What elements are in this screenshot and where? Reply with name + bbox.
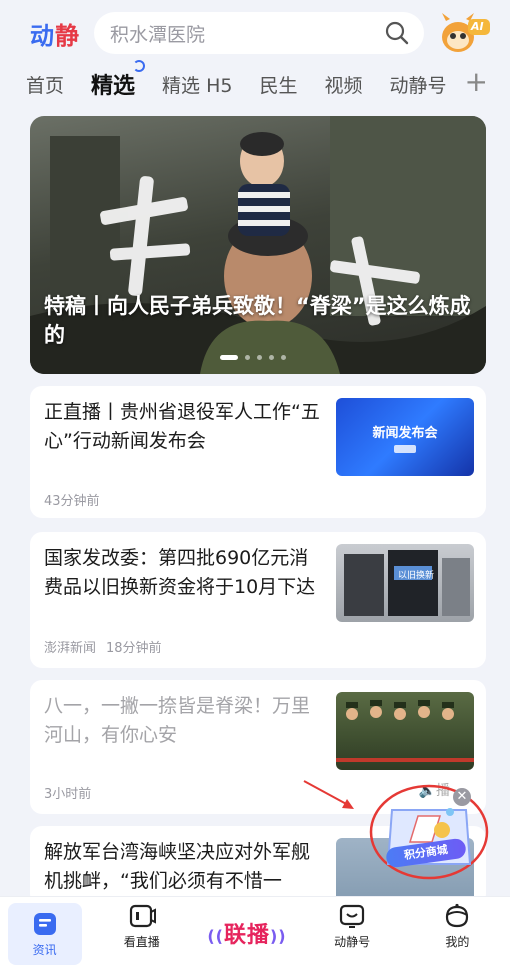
nav-news-label: 资讯 (32, 942, 57, 957)
news-title: 八一，一撇一捺皆是脊梁！万里河山，有你心安 (44, 695, 311, 746)
nav-live-label: 看直播 (123, 935, 160, 949)
news-time: 18分钟前 (106, 641, 162, 656)
thumbnail-logo (394, 444, 416, 453)
news-card[interactable]: 正直播丨贵州省退役军人工作“五心”行动新闻发布会 43分钟前 新闻发布会 (30, 386, 486, 518)
nav-live[interactable]: 看直播 (97, 903, 187, 950)
tab-dongjing-hao[interactable]: 动静号 (389, 71, 446, 98)
store-image (344, 550, 470, 616)
news-icon (33, 912, 56, 935)
tab-featured-h5[interactable]: 精选 H5 (162, 71, 232, 98)
news-meta: 3小时前 (44, 783, 91, 802)
ai-assistant-avatar[interactable]: AI (436, 7, 492, 59)
logo-part-1: 动 (30, 21, 55, 50)
tab-featured-label: 精选 (91, 74, 136, 99)
plus-icon[interactable]: + (465, 68, 488, 96)
search-icon[interactable] (384, 20, 410, 46)
tab-livelihood[interactable]: 民生 (259, 71, 297, 98)
broadcast-logo: ((联播)) (207, 917, 286, 949)
search-placeholder: 积水潭医院 (110, 23, 206, 46)
channel-icon (340, 904, 365, 928)
news-title: 国家发改委：第四批690亿元消费品以旧换新资金将于10月下达 (44, 547, 316, 598)
category-tabs: 首页 精选 精选 H5 民生 视频 动静号 (0, 60, 510, 106)
carousel-dot[interactable] (220, 355, 238, 360)
refresh-indicator-icon (133, 60, 146, 72)
news-meta: 澎湃新闻 18分钟前 (44, 637, 162, 656)
carousel-dot[interactable] (281, 355, 286, 360)
carousel-indicator (220, 355, 286, 360)
hero-title: 特稿丨向人民子弟兵致敬！“脊梁”是这么炼成的 (44, 294, 471, 347)
news-thumbnail: 以旧换新 (336, 544, 474, 622)
thumbnail-caption: 以旧换新 (398, 571, 435, 581)
news-card[interactable]: 国家发改委：第四批690亿元消费品以旧换新资金将于10月下达 澎湃新闻 18分钟前… (30, 532, 486, 668)
hero-banner[interactable]: 特稿丨向人民子弟兵致敬！“脊梁”是这么炼成的 (30, 116, 486, 374)
close-icon[interactable]: ✕ (453, 788, 471, 806)
tab-video[interactable]: 视频 (324, 71, 362, 98)
news-time: 43分钟前 (44, 494, 100, 509)
profile-icon (446, 903, 469, 928)
news-thumbnail (336, 692, 474, 770)
nav-profile[interactable]: 我的 (412, 903, 502, 950)
news-title: 正直播丨贵州省退役军人工作“五心”行动新闻发布会 (44, 401, 320, 452)
parade-image (336, 700, 474, 762)
news-thumbnail: 新闻发布会 (336, 398, 474, 476)
news-source: 澎湃新闻 (44, 641, 97, 656)
tab-featured[interactable]: 精选 (91, 60, 146, 100)
news-time: 3小时前 (44, 787, 92, 802)
broadcast-wave-left: (( (207, 926, 224, 946)
nav-profile-label: 我的 (445, 935, 470, 949)
carousel-dot[interactable] (245, 355, 250, 360)
tab-home[interactable]: 首页 (26, 71, 64, 98)
points-mall-widget[interactable] (370, 790, 488, 882)
news-meta: 43分钟前 (44, 490, 100, 509)
app-logo[interactable]: 动静 (30, 16, 88, 51)
bottom-navigation: 资讯 看直播 ((联播)) 动静号 我的 (0, 896, 510, 974)
carousel-dot[interactable] (269, 355, 274, 360)
carousel-dot[interactable] (257, 355, 262, 360)
top-header: 动静 积水潭医院 AI (0, 0, 510, 66)
broadcast-label: 联播 (223, 923, 270, 948)
ai-robot-icon (442, 13, 490, 52)
news-title: 解放军台湾海峡坚决应对外军舰机挑衅，“我们必须有不惜一 (44, 841, 311, 892)
search-bar[interactable]: 积水潭医院 (94, 12, 424, 54)
nav-news[interactable]: 资讯 (7, 903, 82, 965)
live-tv-icon (129, 904, 156, 928)
nav-channel-label: 动静号 (334, 935, 371, 949)
thumbnail-caption: 新闻发布会 (372, 425, 438, 441)
points-mall-icon (386, 808, 472, 865)
ai-badge: AI (471, 20, 484, 33)
nav-channel[interactable]: 动静号 (307, 903, 397, 950)
logo-part-2: 静 (55, 21, 80, 50)
nav-broadcast[interactable]: ((联播)) (202, 903, 292, 949)
broadcast-wave-right: )) (269, 926, 287, 946)
